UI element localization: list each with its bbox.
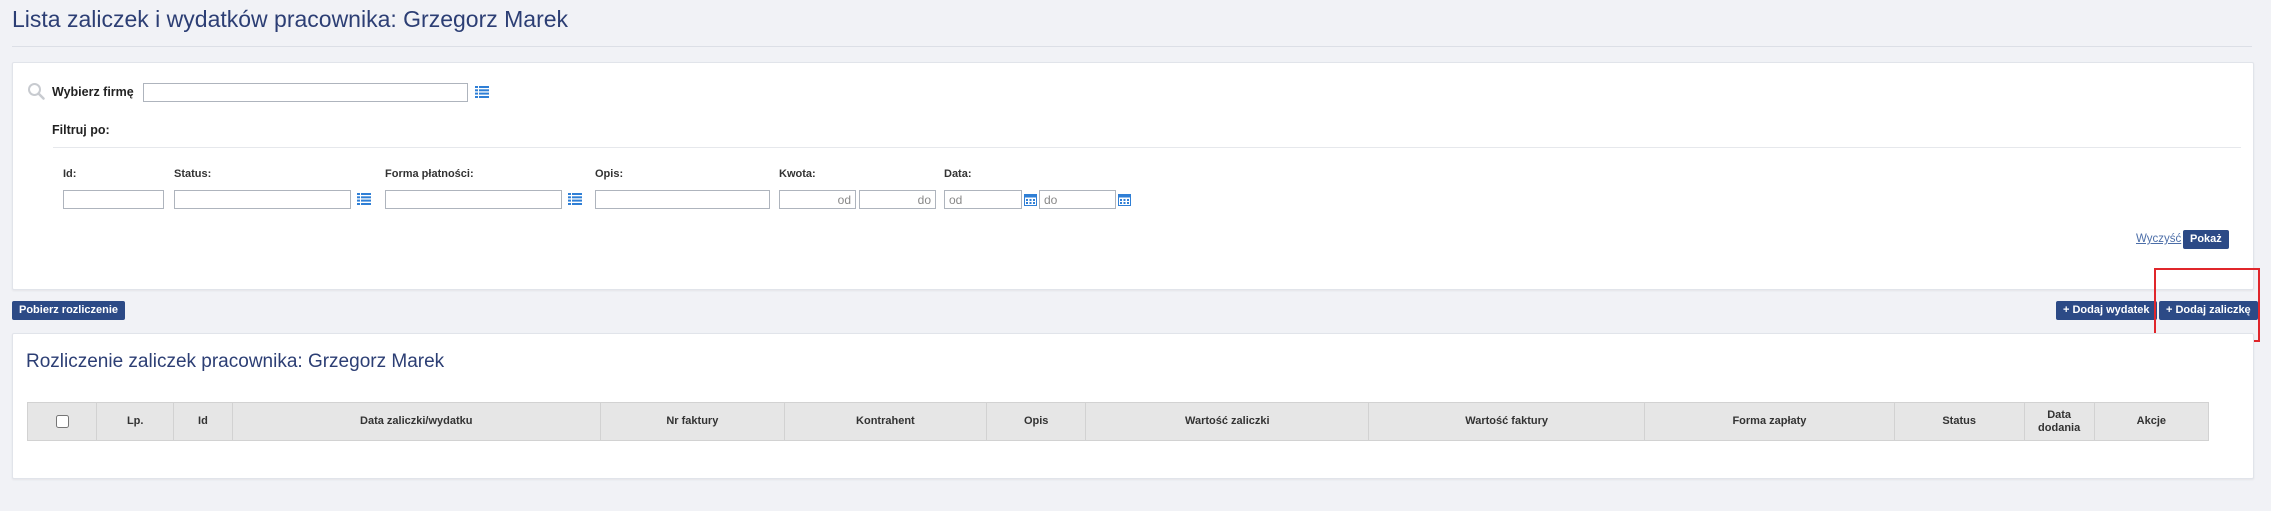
download-settlement-button[interactable]: Pobierz rozliczenie	[12, 301, 126, 320]
clear-filters-link[interactable]: Wyczyść	[2136, 233, 2181, 245]
filter-panel: Wybierz firmę Filtruj po: Id: Status: Fo…	[12, 62, 2254, 290]
date-to-calendar-icon[interactable]	[1118, 193, 1131, 206]
column-date-added-line2: dodania	[2038, 421, 2081, 434]
column-id[interactable]: Id	[173, 402, 233, 441]
filter-divider	[53, 147, 2241, 148]
payment-form-list-icon[interactable]	[568, 193, 582, 205]
list-title: Rozliczenie zaliczek pracownika: Grzegor…	[26, 351, 445, 372]
select-all-header	[26, 402, 98, 441]
id-filter-input[interactable]	[63, 190, 164, 209]
column-date-added[interactable]: Data dodania	[2023, 402, 2095, 441]
column-date[interactable]: Data zaliczki/wydatku	[231, 402, 601, 441]
column-description[interactable]: Opis	[985, 402, 1087, 441]
date-filter-label: Data:	[944, 168, 972, 180]
search-icon	[28, 83, 45, 100]
description-filter-input[interactable]	[595, 190, 770, 209]
amount-from-input[interactable]	[779, 190, 856, 209]
filter-by-label: Filtruj po:	[52, 123, 110, 137]
show-button[interactable]: Pokaż	[2183, 230, 2229, 249]
status-filter-input[interactable]	[174, 190, 351, 209]
company-input[interactable]	[143, 83, 468, 102]
status-list-icon[interactable]	[357, 193, 371, 205]
status-filter-label: Status:	[174, 168, 212, 180]
payment-form-filter-label: Forma płatności:	[385, 168, 474, 180]
company-list-icon[interactable]	[475, 86, 489, 98]
column-date-added-line1: Data	[2047, 408, 2072, 421]
column-actions: Akcje	[2093, 402, 2210, 441]
column-status[interactable]: Status	[1893, 402, 2025, 441]
date-to-input[interactable]	[1039, 190, 1116, 209]
highlight-box	[2154, 268, 2260, 342]
company-label: Wybierz firmę	[52, 85, 134, 99]
add-expense-button[interactable]: + Dodaj wydatek	[2056, 301, 2157, 320]
table-header-row: Lp. Id Data zaliczki/wydatku Nr faktury …	[26, 402, 2210, 441]
payment-form-filter-input[interactable]	[385, 190, 562, 209]
select-all-checkbox[interactable]	[55, 414, 69, 428]
amount-filter-label: Kwota:	[779, 168, 816, 180]
column-contractor[interactable]: Kontrahent	[783, 402, 987, 441]
column-payment-form[interactable]: Forma zapłaty	[1644, 402, 1895, 441]
page-title: Lista zaliczek i wydatków pracownika: Gr…	[12, 6, 569, 32]
date-from-input[interactable]	[944, 190, 1022, 209]
column-lp[interactable]: Lp.	[96, 402, 175, 441]
amount-to-input[interactable]	[859, 190, 936, 209]
description-filter-label: Opis:	[595, 168, 624, 180]
column-invoice-no[interactable]: Nr faktury	[599, 402, 785, 441]
advances-table: Lp. Id Data zaliczki/wydatku Nr faktury …	[26, 402, 2210, 441]
id-filter-label: Id:	[63, 168, 77, 180]
list-panel: Rozliczenie zaliczek pracownika: Grzegor…	[12, 333, 2254, 479]
column-advance-value[interactable]: Wartość zaliczki	[1085, 402, 1370, 441]
column-invoice-value[interactable]: Wartość faktury	[1368, 402, 1646, 441]
title-divider	[12, 46, 2252, 47]
date-from-calendar-icon[interactable]	[1024, 193, 1037, 206]
